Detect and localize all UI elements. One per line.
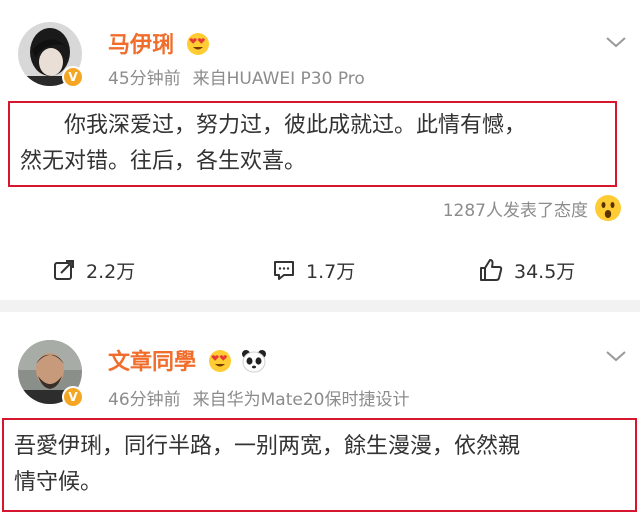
content-line-1: 吾愛伊琍，同行半路，一别两宽，餘生漫漫，依然親 (14, 434, 521, 459)
post-source: 来自HUAWEI P30 Pro (192, 69, 365, 89)
weibo-post-ma-yili: V 马伊琍 45分钟前 来自HUAWEI P30 Pro 你我深爱过，努力过，彼此… (0, 0, 640, 300)
post-content: 你我深爱过，努力过，彼此成就过。此情有憾， 然无对错。往后，各生欢喜。 (20, 108, 614, 180)
like-count: 34.5万 (514, 260, 576, 283)
content-line-2: 然无对错。往后，各生欢喜。 (20, 149, 307, 174)
comment-icon (274, 261, 294, 280)
verified-v-icon: V (62, 386, 84, 408)
post-separator (0, 300, 640, 312)
share-button[interactable]: 2.2万 (52, 245, 135, 295)
share-icon (54, 260, 74, 280)
comment-count: 1.7万 (306, 260, 356, 283)
post-source: 来自华为Mate20保时捷设计 (192, 390, 410, 410)
share-count: 2.2万 (86, 260, 136, 283)
post-meta: 45分钟前 来自HUAWEI P30 Pro (108, 64, 365, 89)
content-line-2: 情守候。 (14, 470, 103, 495)
username[interactable]: 马伊琍 (108, 27, 210, 59)
heart-eyes-emoji-icon (208, 350, 231, 372)
verified-v-icon: V (62, 66, 84, 88)
like-button[interactable]: 34.5万 (478, 245, 575, 295)
username-text[interactable]: 文章同學 (108, 350, 196, 375)
post-time: 46分钟前 (108, 390, 181, 410)
weibo-post-wen-zhang: V 文章同學 46分钟前 来自华为Mate20保时捷设计 吾愛伊琍，同行半路，一别… (0, 312, 640, 515)
reaction-count-text: 1287人发表了态度 (442, 200, 588, 221)
post-content: 吾愛伊琍，同行半路，一别两宽，餘生漫漫，依然親 情守候。 (14, 429, 634, 501)
comment-button[interactable]: 1.7万 (272, 245, 355, 295)
heart-eyes-emoji-icon (186, 33, 209, 55)
action-bar: 2.2万 1.7万 34.5万 (0, 245, 640, 295)
post-meta: 46分钟前 来自华为Mate20保时捷设计 (108, 385, 409, 410)
reaction-summary[interactable]: 1287人发表了态度 (443, 194, 622, 222)
content-line-1: 你我深爱过，努力过，彼此成就过。此情有憾， (64, 113, 527, 138)
chevron-down-icon[interactable] (604, 348, 628, 364)
username[interactable]: 文章同學 (108, 344, 267, 376)
post-time: 45分钟前 (108, 69, 181, 89)
panda-emoji-icon (242, 350, 267, 373)
chevron-down-icon[interactable] (604, 34, 628, 50)
username-text[interactable]: 马伊琍 (108, 33, 174, 58)
like-icon (480, 259, 503, 281)
surprised-emoji-icon (595, 195, 621, 221)
